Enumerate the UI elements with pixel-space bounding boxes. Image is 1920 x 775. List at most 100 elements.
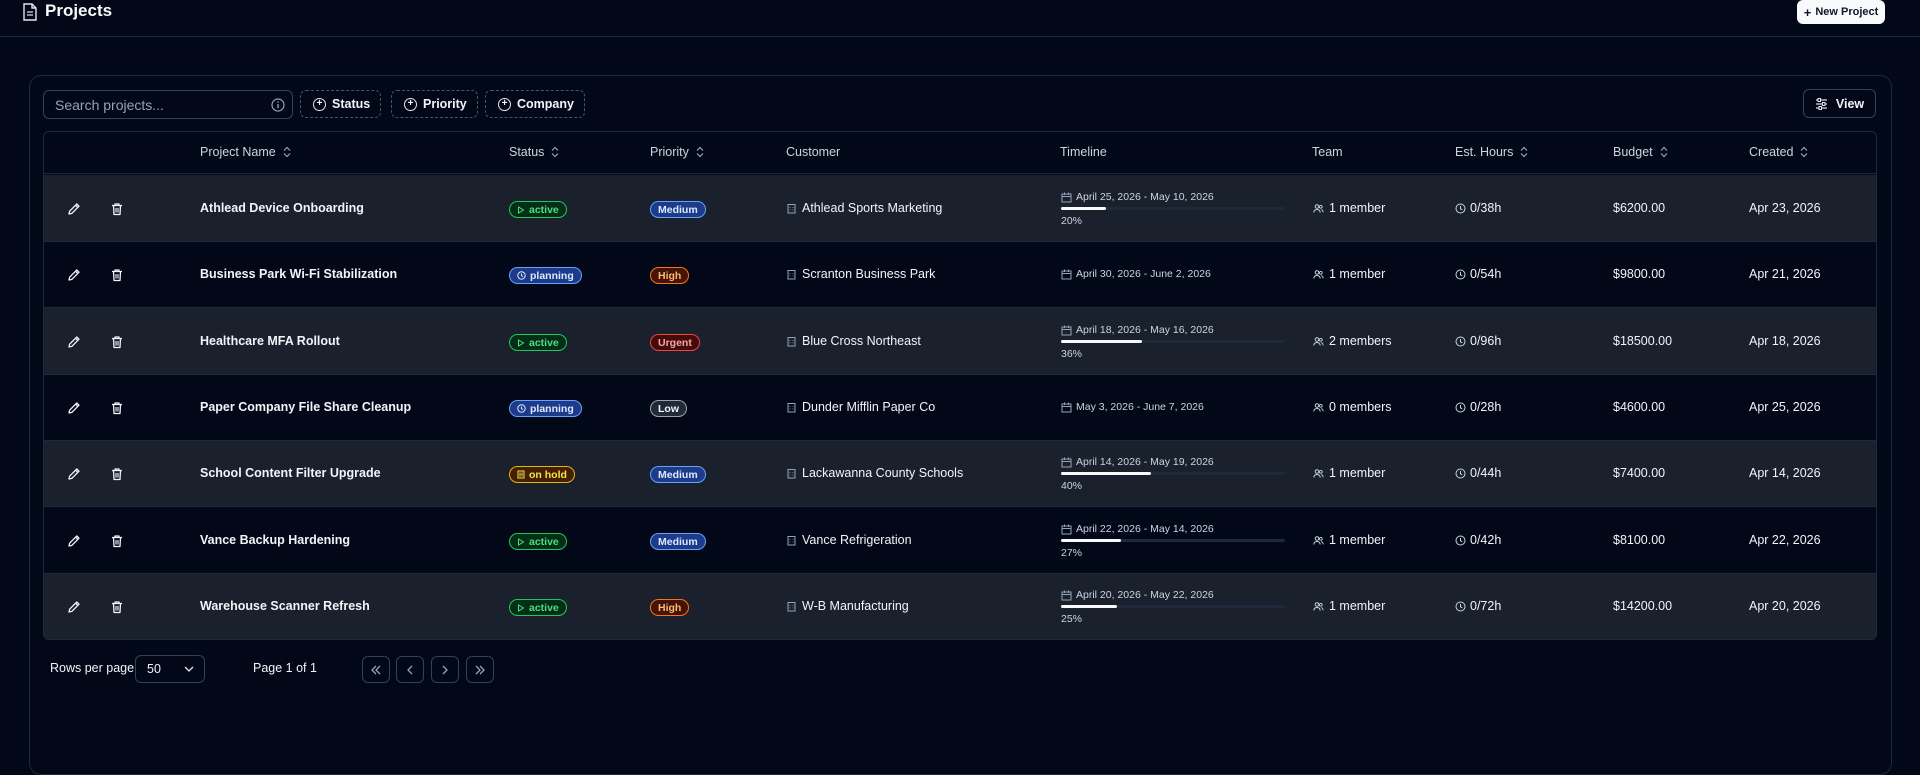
- last-page-button[interactable]: [466, 656, 494, 683]
- clock-icon: [1455, 336, 1466, 346]
- next-page-button[interactable]: [431, 656, 459, 683]
- progress-fill: [1061, 605, 1117, 608]
- status-filter-button[interactable]: + Status: [300, 90, 382, 118]
- status-text: active: [529, 601, 559, 614]
- users-icon: [1313, 203, 1324, 213]
- column-label: Project Name: [200, 145, 276, 159]
- progress-percent: 25%: [1061, 613, 1083, 625]
- view-button[interactable]: View: [1803, 89, 1876, 118]
- calendar-icon: [1061, 457, 1072, 467]
- delete-trash-icon[interactable]: [109, 466, 125, 482]
- project-name[interactable]: Athlead Device Onboarding: [200, 201, 364, 215]
- priority-filter-button[interactable]: + Priority: [391, 90, 478, 118]
- users-icon: [1313, 535, 1324, 545]
- clock-icon: [1455, 269, 1466, 279]
- table-row[interactable]: Vance Backup Hardening active Medium Vance …: [44, 507, 1876, 574]
- page-title: Projects: [45, 1, 113, 20]
- delete-trash-icon[interactable]: [109, 533, 125, 549]
- edit-pencil-icon[interactable]: [66, 400, 82, 416]
- customer: W-B Manufacturing: [786, 599, 909, 613]
- budget: $9800.00: [1613, 267, 1666, 281]
- team-count: 1 member: [1313, 599, 1385, 613]
- customer-name: Lackawanna County Schools: [802, 466, 964, 480]
- project-name[interactable]: Vance Backup Hardening: [200, 533, 350, 547]
- edit-pencil-icon[interactable]: [66, 334, 82, 350]
- building-icon: [787, 203, 796, 213]
- delete-trash-icon[interactable]: [109, 334, 125, 350]
- table-row[interactable]: Athlead Device Onboarding active Medium Ath…: [44, 175, 1876, 242]
- status-text: planning: [530, 269, 574, 282]
- table-row[interactable]: Paper Company File Share Cleanup planning…: [44, 375, 1876, 441]
- edit-pencil-icon[interactable]: [66, 267, 82, 283]
- clock-icon: [1455, 601, 1466, 611]
- status-text: planning: [530, 402, 574, 415]
- table-row[interactable]: Business Park Wi-Fi Stabilization plannin…: [44, 242, 1876, 308]
- team-count: 0 members: [1313, 400, 1392, 414]
- calendar-icon: [1061, 402, 1072, 412]
- plus-circle-icon: +: [404, 97, 417, 111]
- company-filter-button[interactable]: + Company: [485, 90, 585, 118]
- previous-page-button[interactable]: [396, 656, 424, 683]
- est-hours: 0/54h: [1455, 267, 1501, 281]
- status-text: active: [529, 203, 559, 216]
- edit-pencil-icon[interactable]: [66, 201, 82, 217]
- first-page-button[interactable]: [362, 656, 390, 683]
- hours-text: 0/28h: [1470, 400, 1502, 414]
- progress-percent: 27%: [1061, 547, 1083, 559]
- edit-pencil-icon[interactable]: [66, 466, 82, 482]
- team-text: 1 member: [1329, 599, 1386, 613]
- column-header-created[interactable]: Created: [1749, 145, 1809, 159]
- search-placeholder: Search projects...: [55, 96, 164, 113]
- info-icon[interactable]: [271, 98, 285, 112]
- delete-trash-icon[interactable]: [109, 400, 125, 416]
- est-hours: 0/42h: [1455, 533, 1501, 547]
- customer-name: W-B Manufacturing: [802, 599, 909, 613]
- play-icon: [518, 603, 525, 612]
- building-icon: [787, 402, 796, 412]
- timeline-dates: April 30, 2026 - June 2, 2026: [1061, 268, 1211, 280]
- project-name[interactable]: School Content Filter Upgrade: [200, 466, 381, 480]
- edit-pencil-icon[interactable]: [66, 533, 82, 549]
- team-count: 1 member: [1313, 533, 1385, 547]
- priority-text: High: [658, 269, 682, 282]
- delete-trash-icon[interactable]: [109, 599, 125, 615]
- column-label: Created: [1749, 145, 1794, 159]
- project-name[interactable]: Paper Company File Share Cleanup: [200, 400, 411, 414]
- edit-pencil-icon[interactable]: [66, 599, 82, 615]
- status-badge: active: [509, 201, 567, 218]
- chevron-down-icon: [184, 666, 194, 672]
- building-icon: [787, 601, 796, 611]
- table-row[interactable]: Warehouse Scanner Refresh active High W-B M…: [44, 574, 1876, 639]
- hours-text: 0/54h: [1470, 267, 1502, 281]
- delete-trash-icon[interactable]: [109, 267, 125, 283]
- delete-trash-icon[interactable]: [109, 201, 125, 217]
- created-date: Apr 22, 2026: [1749, 533, 1821, 547]
- project-name[interactable]: Warehouse Scanner Refresh: [200, 599, 370, 613]
- customer: Vance Refrigeration: [786, 533, 912, 547]
- page-info: Page 1 of 1: [253, 661, 317, 675]
- new-project-button[interactable]: + New Project: [1797, 0, 1885, 24]
- column-header-budget[interactable]: Budget: [1613, 145, 1669, 159]
- column-header-status[interactable]: Status: [509, 145, 560, 159]
- priority-badge: Medium: [650, 466, 706, 483]
- column-header-est-hours[interactable]: Est. Hours: [1455, 145, 1529, 159]
- priority-text: Medium: [658, 468, 698, 481]
- budget: $14200.00: [1613, 599, 1673, 613]
- timeline-text: April 18, 2026 - May 16, 2026: [1076, 324, 1214, 336]
- created-date: Apr 21, 2026: [1749, 267, 1821, 281]
- table-row[interactable]: Healthcare MFA Rollout active Urgent Blue C…: [44, 308, 1876, 375]
- column-header-priority[interactable]: Priority: [650, 145, 705, 159]
- table-row[interactable]: School Content Filter Upgrade on hold Medi…: [44, 441, 1876, 507]
- sort-icon: [1660, 146, 1668, 158]
- column-header-project-name[interactable]: Project Name: [200, 145, 292, 159]
- timeline-text: April 25, 2026 - May 10, 2026: [1076, 191, 1214, 203]
- progress-percent: 20%: [1061, 215, 1083, 227]
- rows-per-page-select[interactable]: 50: [135, 655, 205, 683]
- status-badge: planning: [509, 400, 582, 417]
- table-header: Project Name Status Priority Customer Ti…: [44, 132, 1876, 174]
- project-name[interactable]: Healthcare MFA Rollout: [200, 334, 340, 348]
- project-name[interactable]: Business Park Wi-Fi Stabilization: [200, 267, 397, 281]
- search-input[interactable]: Search projects...: [43, 90, 293, 119]
- sort-icon: [283, 146, 291, 158]
- users-icon: [1313, 402, 1324, 412]
